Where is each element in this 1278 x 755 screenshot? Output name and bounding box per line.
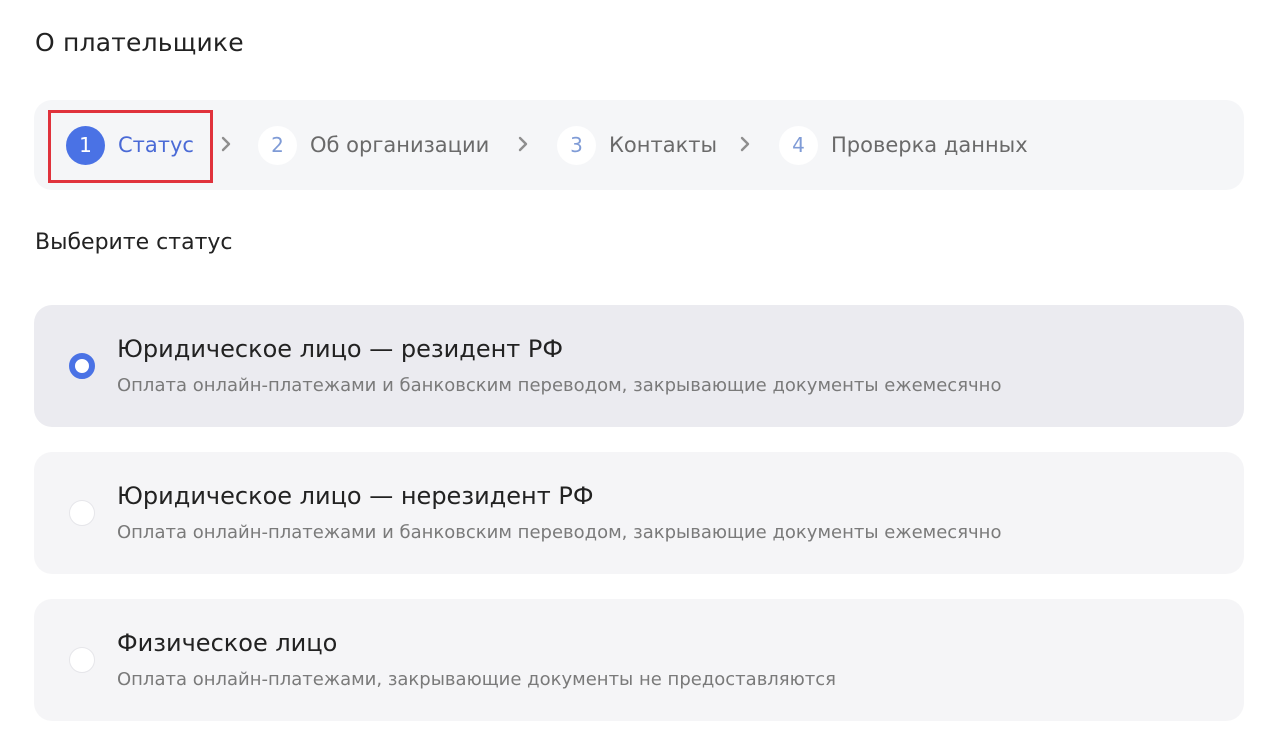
option-nonresident[interactable]: Юридическое лицо — нерезидент РФ Оплата … <box>34 452 1244 574</box>
step-number: 3 <box>557 125 596 165</box>
section-title: Выберите статус <box>35 230 233 255</box>
step-contacts[interactable]: 3 Контакты <box>557 125 717 165</box>
step-number: 4 <box>779 125 818 165</box>
option-description: Оплата онлайн-платежами и банковским пер… <box>117 522 1002 543</box>
payer-page: О плательщике 1 Статус 2 Об организации … <box>0 0 1278 755</box>
option-resident[interactable]: Юридическое лицо — резидент РФ Оплата он… <box>34 305 1244 427</box>
chevron-right-icon <box>516 135 530 153</box>
radio-button[interactable] <box>69 500 95 526</box>
option-description: Оплата онлайн-платежами и банковским пер… <box>117 375 1002 396</box>
chevron-right-icon <box>219 135 233 153</box>
step-label: Контакты <box>609 133 718 157</box>
option-title: Юридическое лицо — нерезидент РФ <box>117 482 594 510</box>
step-label: Об организации <box>310 133 490 157</box>
chevron-right-icon <box>738 135 752 153</box>
page-title: О плательщике <box>35 28 244 57</box>
step-data-check[interactable]: 4 Проверка данных <box>779 125 1028 165</box>
option-title: Физическое лицо <box>117 629 338 657</box>
step-organization[interactable]: 2 Об организации <box>258 125 489 165</box>
option-title: Юридическое лицо — резидент РФ <box>117 335 564 363</box>
option-description: Оплата онлайн-платежами, закрывающие док… <box>117 669 836 690</box>
stepper: 1 Статус 2 Об организации 3 Контакты 4 П… <box>34 100 1244 190</box>
radio-button[interactable] <box>69 647 95 673</box>
step-label: Проверка данных <box>831 133 1028 157</box>
radio-button[interactable] <box>69 353 95 379</box>
highlight-box <box>48 110 213 183</box>
step-number: 2 <box>258 125 297 165</box>
option-individual[interactable]: Физическое лицо Оплата онлайн-платежами,… <box>34 599 1244 721</box>
